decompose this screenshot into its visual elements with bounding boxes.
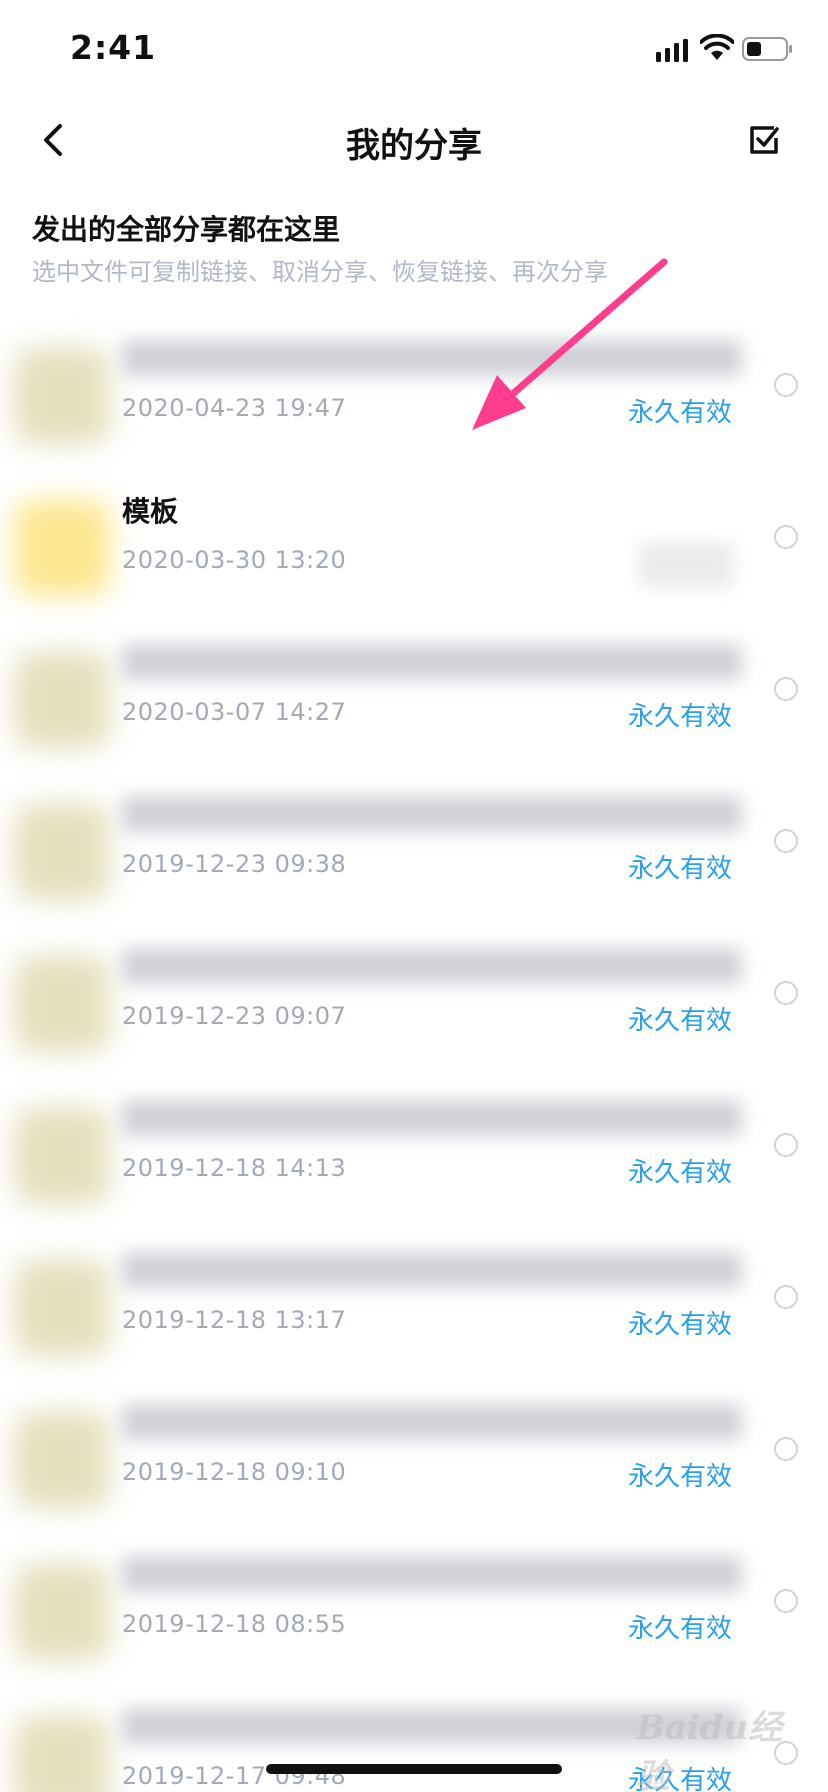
share-date: 2020-03-07 14:27 [122,698,347,726]
validity-label: 永久有效 [627,854,732,884]
blurred-file-name [122,340,742,376]
share-list-item[interactable]: 2019-12-23 09:38 永久有效 [0,776,828,928]
home-indicator[interactable] [266,1764,562,1774]
share-list-item[interactable]: 2019-12-23 09:07 永久有效 [0,928,828,1080]
page-title: 我的分享 [346,126,482,166]
validity-label: 永久有效 [627,1006,732,1036]
select-radio[interactable] [774,373,798,397]
file-thumbnail [14,1260,110,1356]
blurred-file-name [122,796,742,832]
blurred-file-name [122,948,742,984]
file-thumbnail [14,652,110,748]
select-radio[interactable] [774,829,798,853]
multi-select-icon[interactable] [744,120,784,160]
select-radio[interactable] [774,1589,798,1613]
file-thumbnail [14,1716,110,1792]
select-radio[interactable] [774,1437,798,1461]
blurred-file-name [122,1404,742,1440]
status-bar: 2:41 [0,0,828,100]
file-thumbnail [14,1412,110,1508]
share-date: 2019-12-23 09:07 [122,1002,347,1030]
cellular-signal-icon [656,39,688,62]
select-radio[interactable] [774,1133,798,1157]
section-heading: 发出的全部分享都在这里 [32,213,341,246]
select-radio[interactable] [774,981,798,1005]
file-thumbnail [14,804,110,900]
share-list-item[interactable]: 模板 2020-03-30 13:20 [0,472,828,624]
share-list-item[interactable]: 2019-12-18 09:10 永久有效 [0,1384,828,1536]
share-list-item[interactable]: 2020-04-23 19:47 永久有效 [0,320,828,472]
validity-label: 永久有效 [627,398,732,428]
blurred-file-name [122,1100,742,1136]
navigation-bar: 我的分享 [0,100,828,182]
select-radio[interactable] [774,525,798,549]
blurred-file-name [122,1252,742,1288]
watermark: Baidu经验 [636,1700,816,1792]
share-list-item[interactable]: 2020-03-07 14:27 永久有效 [0,624,828,776]
validity-label: 永久有效 [627,1614,732,1644]
validity-label: 永久有效 [627,702,732,732]
validity-label: 永久有效 [627,1310,732,1340]
share-date: 2020-03-30 13:20 [122,546,347,574]
validity-label: 永久有效 [627,1462,732,1492]
blurred-file-name [122,1556,742,1592]
file-thumbnail [14,1108,110,1204]
share-date: 2019-12-18 13:17 [122,1306,347,1334]
validity-label: 永久有效 [627,1158,732,1188]
select-radio[interactable] [774,1285,798,1309]
status-time: 2:41 [70,28,157,67]
share-date: 2019-12-18 14:13 [122,1154,347,1182]
file-name: 模板 [122,495,179,528]
select-radio[interactable] [774,677,798,701]
share-date: 2020-04-23 19:47 [122,394,347,422]
share-date: 2019-12-18 09:10 [122,1458,347,1486]
share-date: 2019-12-18 08:55 [122,1610,347,1638]
file-thumbnail [14,1564,110,1660]
screen: 2:41 我的分享 发出的全部分享都在这里 选中文件可复制链接、取消分享、恢复链 [0,0,828,1792]
section-subheading: 选中文件可复制链接、取消分享、恢复链接、再次分享 [32,258,608,286]
battery-icon [742,37,792,61]
blurred-validity [638,542,734,588]
file-thumbnail [14,956,110,1052]
folder-thumbnail [14,500,110,596]
file-thumbnail [14,348,110,444]
share-list-item[interactable]: 2019-12-18 13:17 永久有效 [0,1232,828,1384]
blurred-file-name [122,644,742,680]
watermark-text: Baidu经验 [636,1708,783,1792]
share-list-item[interactable]: 2019-12-18 14:13 永久有效 [0,1080,828,1232]
share-date: 2019-12-23 09:38 [122,850,347,878]
share-list-item[interactable]: 2019-12-18 08:55 永久有效 [0,1536,828,1688]
wifi-icon [700,34,734,60]
